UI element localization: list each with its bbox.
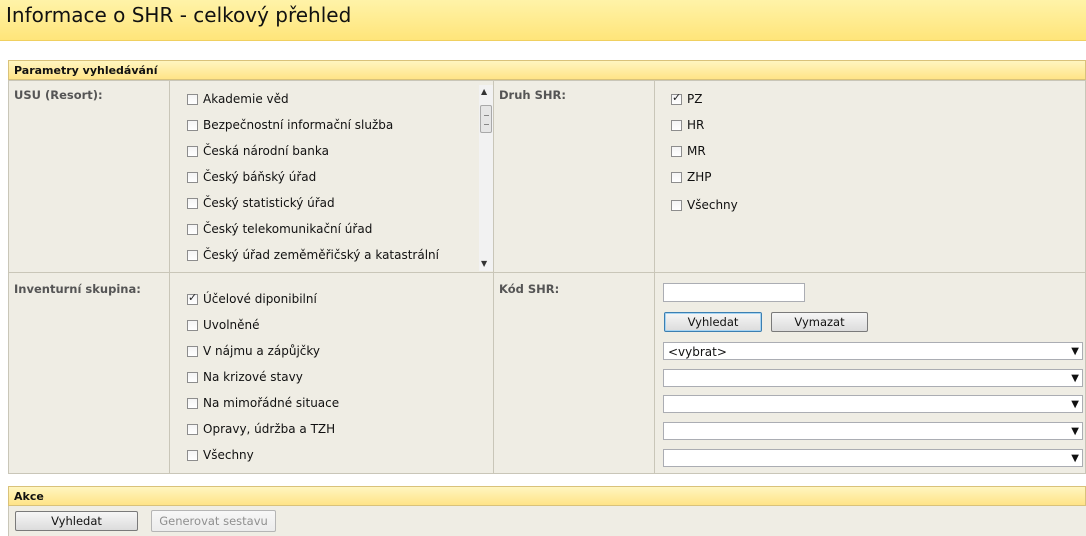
divider: [654, 81, 655, 473]
druh-item-zhp[interactable]: ZHP: [671, 168, 711, 186]
checkbox[interactable]: [187, 119, 198, 131]
search-params-header: Parametry vyhledávání: [8, 60, 1086, 80]
select-3[interactable]: ▼: [663, 395, 1083, 413]
scroll-thumb[interactable]: [480, 105, 492, 133]
checkbox[interactable]: [187, 145, 198, 157]
checkbox[interactable]: [671, 199, 682, 211]
actions-bar: Vyhledat Generovat sestavu: [8, 506, 1086, 536]
chevron-down-icon: ▼: [1071, 426, 1079, 437]
search-button[interactable]: Vyhledat: [15, 511, 138, 531]
inventory-item-opravy[interactable]: Opravy, údržba a TZH: [187, 420, 335, 438]
checkbox[interactable]: [671, 119, 682, 131]
checkbox[interactable]: [187, 223, 198, 235]
scroll-up-icon[interactable]: ▲: [481, 87, 487, 96]
checkbox[interactable]: [187, 371, 198, 383]
select-4[interactable]: ▼: [663, 422, 1083, 440]
usu-item-ctu[interactable]: Český telekomunikační úřad: [187, 220, 372, 238]
select-5[interactable]: ▼: [663, 449, 1083, 467]
checkbox[interactable]: [187, 171, 198, 183]
divider: [493, 81, 494, 473]
druh-label: Druh SHR:: [499, 88, 566, 102]
usu-item-cuzk[interactable]: Český úřad zeměměřičský a katastrální: [187, 246, 439, 264]
druh-item-pz[interactable]: PZ: [671, 90, 702, 108]
usu-item-csu[interactable]: Český statistický úřad: [187, 194, 335, 212]
kod-search-button[interactable]: Vyhledat: [664, 312, 762, 332]
usu-item-bis[interactable]: Bezpečnostní informační služba: [187, 116, 393, 134]
title-bar: Informace o SHR - celkový přehled: [0, 0, 1086, 41]
chevron-down-icon: ▼: [1071, 346, 1079, 357]
checkbox[interactable]: [187, 345, 198, 357]
inventory-label: Inventurní skupina:: [14, 282, 141, 296]
kod-clear-button[interactable]: Vymazat: [771, 312, 868, 332]
checkbox[interactable]: [187, 397, 198, 409]
kod-label: Kód SHR:: [499, 282, 560, 296]
checkbox[interactable]: [187, 197, 198, 209]
druh-item-hr[interactable]: HR: [671, 116, 704, 134]
inventory-item-vsechny[interactable]: Všechny: [187, 446, 254, 464]
checkbox[interactable]: [671, 171, 682, 183]
checkbox[interactable]: [187, 449, 198, 461]
scroll-down-icon[interactable]: ▼: [481, 259, 487, 268]
inventory-item-najem[interactable]: V nájmu a zápůjčky: [187, 342, 320, 360]
checkbox[interactable]: [187, 93, 198, 105]
usu-item-cbu[interactable]: Český báňský úřad: [187, 168, 316, 186]
kod-input[interactable]: [663, 283, 805, 302]
inventory-item-mimoradne[interactable]: Na mimořádné situace: [187, 394, 339, 412]
actions-header: Akce: [8, 486, 1086, 506]
chevron-down-icon: ▼: [1071, 373, 1079, 384]
inventory-item-ucelove[interactable]: Účelové diponibilní: [187, 290, 317, 308]
checkbox[interactable]: [187, 249, 198, 261]
usu-item-cnb[interactable]: Česká národní banka: [187, 142, 329, 160]
actions-title: Akce: [14, 490, 44, 503]
generate-report-button[interactable]: Generovat sestavu: [151, 510, 276, 532]
chevron-down-icon: ▼: [1071, 453, 1079, 464]
druh-item-vsechny[interactable]: Všechny: [671, 196, 738, 214]
select-1[interactable]: <vybrat> ▼: [663, 342, 1083, 360]
inventory-item-krizove[interactable]: Na krizové stavy: [187, 368, 303, 386]
usu-label: USU (Resort):: [14, 88, 103, 102]
page-title: Informace o SHR - celkový přehled: [6, 3, 352, 27]
select-2[interactable]: ▼: [663, 369, 1083, 387]
search-params-title: Parametry vyhledávání: [14, 64, 158, 77]
checkbox[interactable]: [671, 145, 682, 157]
chevron-down-icon: ▼: [1071, 399, 1079, 410]
divider: [9, 272, 1085, 273]
checkbox-checked[interactable]: [187, 291, 198, 305]
checkbox[interactable]: [187, 423, 198, 435]
druh-item-mr[interactable]: MR: [671, 142, 706, 160]
checkbox-checked[interactable]: [671, 91, 682, 105]
checkbox[interactable]: [187, 319, 198, 331]
usu-scrollbar[interactable]: ▲ ▼: [479, 85, 493, 271]
search-params-panel: USU (Resort): Akademie věd Bezpečnostní …: [8, 80, 1086, 474]
divider: [169, 81, 170, 473]
inventory-item-uvolnene[interactable]: Uvolněné: [187, 316, 260, 334]
usu-item-akademie-ved[interactable]: Akademie věd: [187, 90, 289, 108]
